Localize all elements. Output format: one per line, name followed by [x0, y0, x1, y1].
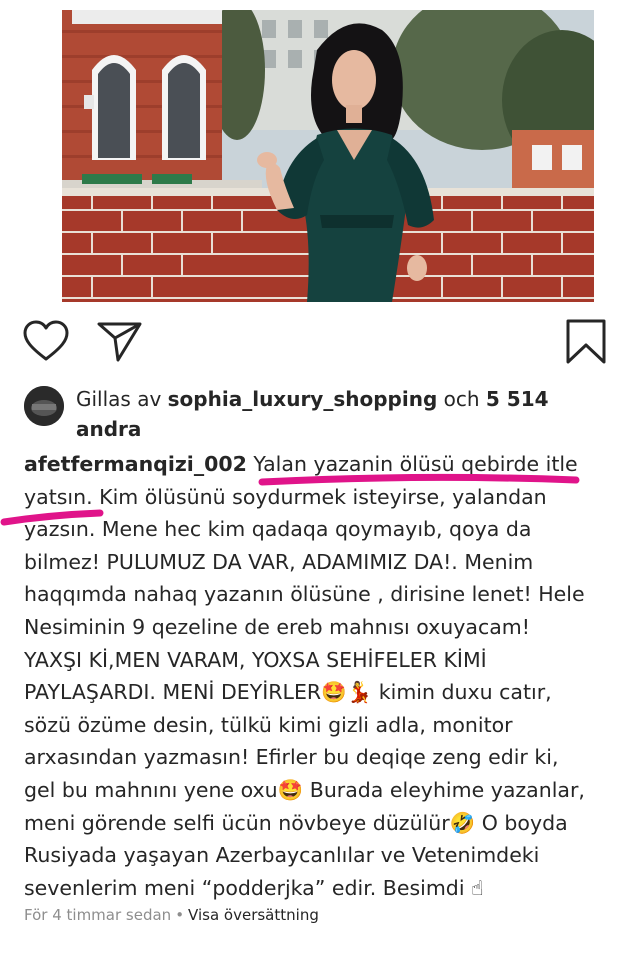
likes-text: Gillas av sophia_luxury_shopping och 5 5… [76, 384, 614, 444]
caption-text: meni görende selfi ücün növbeye düzülür [24, 810, 450, 835]
caption-line: afetfermanqizi_002 Yalan yazanin ölüsü q… [24, 448, 602, 481]
likes-prefix: Gillas av [76, 387, 162, 411]
likes-summary: Gillas av sophia_luxury_shopping och 5 5… [24, 384, 614, 444]
likes-connector: och [443, 387, 480, 411]
caption-text: gel bu mahnını yene oxu [24, 777, 278, 802]
caption-line: meni görende selfi ücün növbeye düzülür🤣… [24, 807, 602, 840]
caption-line: arxasından yazmasın! Efirler bu deqiqe z… [24, 745, 559, 770]
footer-separator: • [175, 906, 185, 924]
star-struck-emoji-icon: 🤩 [321, 680, 347, 705]
star-struck-emoji-icon: 🤩 [277, 777, 304, 802]
post-photo[interactable] [62, 10, 594, 302]
liker-avatar[interactable] [24, 386, 64, 426]
caption-line: yatsın. Kim ölüsünü soydurmek isteyirse,… [24, 484, 547, 509]
liker-username[interactable]: sophia_luxury_shopping [168, 387, 438, 411]
caption-text: sevenlerim meni “podderjka” edir. Besimd… [24, 875, 465, 900]
caption-line: sözü özüme desin, tülkü kimi gizli adla,… [24, 712, 513, 737]
caption-text: Yalan yazanin ölüsü qebirde itle [253, 452, 578, 476]
caption-line: PAYLAŞARDI. MENİ DEYİRLER🤩💃 kimin duxu c… [24, 676, 602, 709]
likes-count[interactable]: 5 514 [486, 387, 549, 411]
rofl-emoji-icon: 🤣 [449, 810, 476, 835]
avatar-image [24, 386, 64, 426]
save-button[interactable] [562, 318, 610, 366]
share-icon [97, 322, 142, 362]
post-caption: afetfermanqizi_002 Yalan yazanin ölüsü q… [24, 448, 602, 904]
instagram-post: Gillas av sophia_luxury_shopping och 5 5… [0, 0, 630, 960]
share-button[interactable] [96, 318, 144, 366]
caption-username[interactable]: afetfermanqizi_002 [24, 452, 247, 476]
caption-line: haqqımda nahaq yazanın ölüsüne , dirisin… [24, 582, 585, 607]
likes-suffix[interactable]: andra [76, 417, 141, 441]
post-footer: För 4 timmar sedan • Visa översättning [24, 906, 319, 924]
caption-line: Nesiminin 9 qezeline de ereb mahnısı oxu… [24, 614, 530, 639]
photo-illustration [62, 10, 594, 302]
point-up-emoji-icon: ☝ [471, 875, 484, 900]
bookmark-icon [566, 319, 606, 364]
caption-text: PAYLAŞARDI. MENİ DEYİRLER [24, 680, 322, 705]
dancer-emoji-icon: 💃 [346, 680, 373, 705]
caption-line: sevenlerim meni “podderjka” edir. Besimd… [24, 872, 602, 905]
post-action-bar [0, 318, 630, 368]
post-timestamp: För 4 timmar sedan [24, 906, 172, 924]
caption-text: O boyda [481, 810, 568, 835]
caption-text: kimin duxu catır, [378, 680, 552, 705]
caption-line: gel bu mahnını yene oxu🤩 Burada eleyhime… [24, 774, 602, 807]
caption-line: YAXŞI Kİ,MEN VARAM, YOXSA SEHİFELER KİMİ [24, 647, 487, 672]
see-translation-link[interactable]: Visa översättning [188, 906, 319, 924]
caption-text: Burada eleyhime yazanlar, [309, 777, 585, 802]
caption-line: yazsın. Mene hec kim qadaqa qoymayıb, qo… [24, 517, 532, 542]
caption-line: bilmez! PULUMUZ DA VAR, ADAMIMIZ DA!. Me… [24, 549, 534, 574]
caption-line: Rusiyada yaşayan Azerbaycanlılar ve Vete… [24, 843, 540, 868]
like-button[interactable] [22, 318, 70, 366]
heart-icon [23, 320, 69, 361]
